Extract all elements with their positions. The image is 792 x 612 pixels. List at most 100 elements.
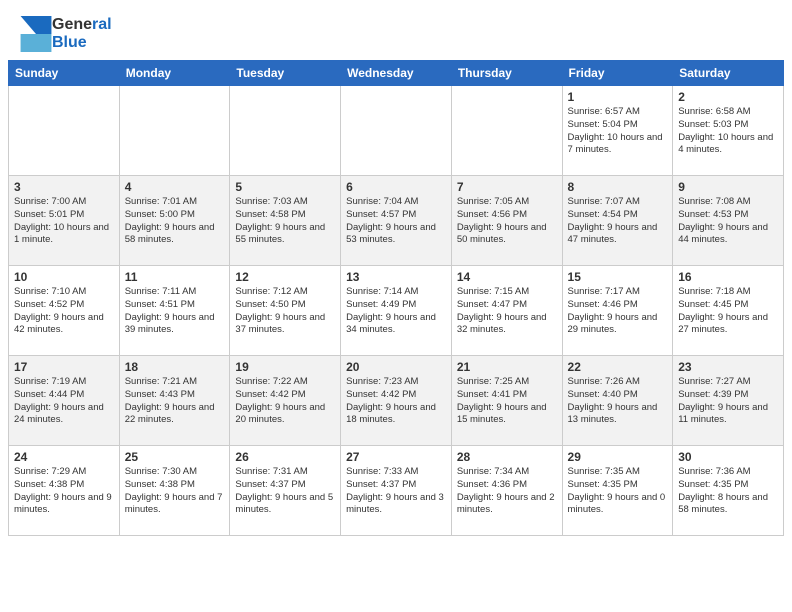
calendar-cell: 9 Sunrise: 7:08 AM Sunset: 4:53 PM Daylig… [673,176,784,266]
calendar-cell [451,86,562,176]
day-info: Sunrise: 7:00 AM Sunset: 5:01 PM Dayligh… [14,196,114,247]
day-info: Sunrise: 7:19 AM Sunset: 4:44 PM Dayligh… [14,376,114,427]
day-number: 3 [14,180,114,194]
day-info: Sunrise: 7:03 AM Sunset: 4:58 PM Dayligh… [235,196,335,247]
day-info: Sunrise: 7:11 AM Sunset: 4:51 PM Dayligh… [125,286,225,337]
day-header-thursday: Thursday [451,61,562,86]
day-number: 18 [125,360,225,374]
day-number: 21 [457,360,557,374]
day-number: 11 [125,270,225,284]
calendar-cell: 22 Sunrise: 7:26 AM Sunset: 4:40 PM Dayli… [562,356,673,446]
calendar-cell: 13 Sunrise: 7:14 AM Sunset: 4:49 PM Dayli… [341,266,452,356]
day-info: Sunrise: 7:22 AM Sunset: 4:42 PM Dayligh… [235,376,335,427]
calendar-cell: 25 Sunrise: 7:30 AM Sunset: 4:38 PM Dayli… [119,446,230,536]
calendar-cell: 27Sunrise: 7:33 AM Sunset: 4:37 PM Dayli… [341,446,452,536]
day-number: 20 [346,360,446,374]
calendar-table: SundayMondayTuesdayWednesdayThursdayFrid… [8,60,784,536]
day-number: 28 [457,450,557,464]
calendar-week-5: 24 Sunrise: 7:29 AM Sunset: 4:38 PM Dayli… [9,446,784,536]
calendar-cell: 21 Sunrise: 7:25 AM Sunset: 4:41 PM Dayli… [451,356,562,446]
day-number: 4 [125,180,225,194]
day-number: 24 [14,450,114,464]
day-info: Sunrise: 7:01 AM Sunset: 5:00 PM Dayligh… [125,196,225,247]
calendar-cell: 8Sunrise: 7:07 AM Sunset: 4:54 PM Daylig… [562,176,673,266]
calendar-week-4: 17 Sunrise: 7:19 AM Sunset: 4:44 PM Dayli… [9,356,784,446]
day-info: Sunrise: 7:17 AM Sunset: 4:46 PM Dayligh… [568,286,668,337]
calendar-cell: 28 Sunrise: 7:34 AM Sunset: 4:36 PM Dayli… [451,446,562,536]
day-info: Sunrise: 7:27 AM Sunset: 4:39 PM Dayligh… [678,376,778,427]
logo-line1: General [52,16,112,34]
calendar-cell: 3 Sunrise: 7:00 AM Sunset: 5:01 PM Daylig… [9,176,120,266]
calendar-cell [341,86,452,176]
day-number: 22 [568,360,668,374]
day-number: 25 [125,450,225,464]
day-header-sunday: Sunday [9,61,120,86]
calendar-week-2: 3 Sunrise: 7:00 AM Sunset: 5:01 PM Daylig… [9,176,784,266]
day-number: 6 [346,180,446,194]
day-number: 13 [346,270,446,284]
day-number: 14 [457,270,557,284]
day-info: Sunrise: 6:57 AM Sunset: 5:04 PM Dayligh… [568,106,668,157]
day-number: 23 [678,360,778,374]
day-info: Sunrise: 7:12 AM Sunset: 4:50 PM Dayligh… [235,286,335,337]
calendar-cell: 18 Sunrise: 7:21 AM Sunset: 4:43 PM Dayli… [119,356,230,446]
calendar-cell [119,86,230,176]
day-info: Sunrise: 7:15 AM Sunset: 4:47 PM Dayligh… [457,286,557,337]
calendar-week-3: 10 Sunrise: 7:10 AM Sunset: 4:52 PM Dayli… [9,266,784,356]
logo: General Blue [20,16,112,52]
calendar-cell: 20 Sunrise: 7:23 AM Sunset: 4:42 PM Dayli… [341,356,452,446]
day-number: 9 [678,180,778,194]
day-number: 12 [235,270,335,284]
day-info: Sunrise: 7:25 AM Sunset: 4:41 PM Dayligh… [457,376,557,427]
calendar-cell [9,86,120,176]
calendar-cell: 23 Sunrise: 7:27 AM Sunset: 4:39 PM Dayli… [673,356,784,446]
day-info: Sunrise: 7:14 AM Sunset: 4:49 PM Dayligh… [346,286,446,337]
day-number: 17 [14,360,114,374]
logo-icon [20,16,52,52]
calendar-cell: 17 Sunrise: 7:19 AM Sunset: 4:44 PM Dayli… [9,356,120,446]
calendar-cell: 1 Sunrise: 6:57 AM Sunset: 5:04 PM Daylig… [562,86,673,176]
logo-line2: Blue [52,34,112,52]
day-info: Sunrise: 7:31 AM Sunset: 4:37 PM Dayligh… [235,466,335,517]
page-header: General Blue [0,0,792,60]
calendar-cell: 12 Sunrise: 7:12 AM Sunset: 4:50 PM Dayli… [230,266,341,356]
day-info: Sunrise: 7:30 AM Sunset: 4:38 PM Dayligh… [125,466,225,517]
day-info: Sunrise: 7:04 AM Sunset: 4:57 PM Dayligh… [346,196,446,247]
calendar-cell: 16Sunrise: 7:18 AM Sunset: 4:45 PM Dayli… [673,266,784,356]
day-number: 5 [235,180,335,194]
day-info: Sunrise: 7:29 AM Sunset: 4:38 PM Dayligh… [14,466,114,517]
calendar-cell: 10 Sunrise: 7:10 AM Sunset: 4:52 PM Dayli… [9,266,120,356]
calendar-cell: 19 Sunrise: 7:22 AM Sunset: 4:42 PM Dayli… [230,356,341,446]
day-number: 30 [678,450,778,464]
day-info: Sunrise: 7:05 AM Sunset: 4:56 PM Dayligh… [457,196,557,247]
day-number: 1 [568,90,668,104]
day-info: Sunrise: 7:10 AM Sunset: 4:52 PM Dayligh… [14,286,114,337]
day-header-monday: Monday [119,61,230,86]
day-info: Sunrise: 7:35 AM Sunset: 4:35 PM Dayligh… [568,466,668,517]
day-header-tuesday: Tuesday [230,61,341,86]
day-number: 19 [235,360,335,374]
day-number: 29 [568,450,668,464]
calendar-cell: 7 Sunrise: 7:05 AM Sunset: 4:56 PM Daylig… [451,176,562,266]
calendar-week-1: 1 Sunrise: 6:57 AM Sunset: 5:04 PM Daylig… [9,86,784,176]
day-number: 15 [568,270,668,284]
calendar-cell: 29 Sunrise: 7:35 AM Sunset: 4:35 PM Dayli… [562,446,673,536]
day-info: Sunrise: 7:08 AM Sunset: 4:53 PM Dayligh… [678,196,778,247]
day-info: Sunrise: 7:26 AM Sunset: 4:40 PM Dayligh… [568,376,668,427]
day-info: Sunrise: 7:34 AM Sunset: 4:36 PM Dayligh… [457,466,557,517]
day-info: Sunrise: 7:33 AM Sunset: 4:37 PM Dayligh… [346,466,446,517]
day-info: Sunrise: 7:21 AM Sunset: 4:43 PM Dayligh… [125,376,225,427]
day-info: Sunrise: 7:18 AM Sunset: 4:45 PM Dayligh… [678,286,778,337]
calendar-cell [230,86,341,176]
day-info: Sunrise: 7:23 AM Sunset: 4:42 PM Dayligh… [346,376,446,427]
calendar-cell: 30 Sunrise: 7:36 AM Sunset: 4:35 PM Dayli… [673,446,784,536]
day-number: 7 [457,180,557,194]
day-header-wednesday: Wednesday [341,61,452,86]
calendar-cell: 11 Sunrise: 7:11 AM Sunset: 4:51 PM Dayli… [119,266,230,356]
day-number: 10 [14,270,114,284]
day-info: Sunrise: 6:58 AM Sunset: 5:03 PM Dayligh… [678,106,778,157]
day-number: 8 [568,180,668,194]
calendar-cell: 26Sunrise: 7:31 AM Sunset: 4:37 PM Dayli… [230,446,341,536]
day-info: Sunrise: 7:36 AM Sunset: 4:35 PM Dayligh… [678,466,778,517]
day-header-saturday: Saturday [673,61,784,86]
